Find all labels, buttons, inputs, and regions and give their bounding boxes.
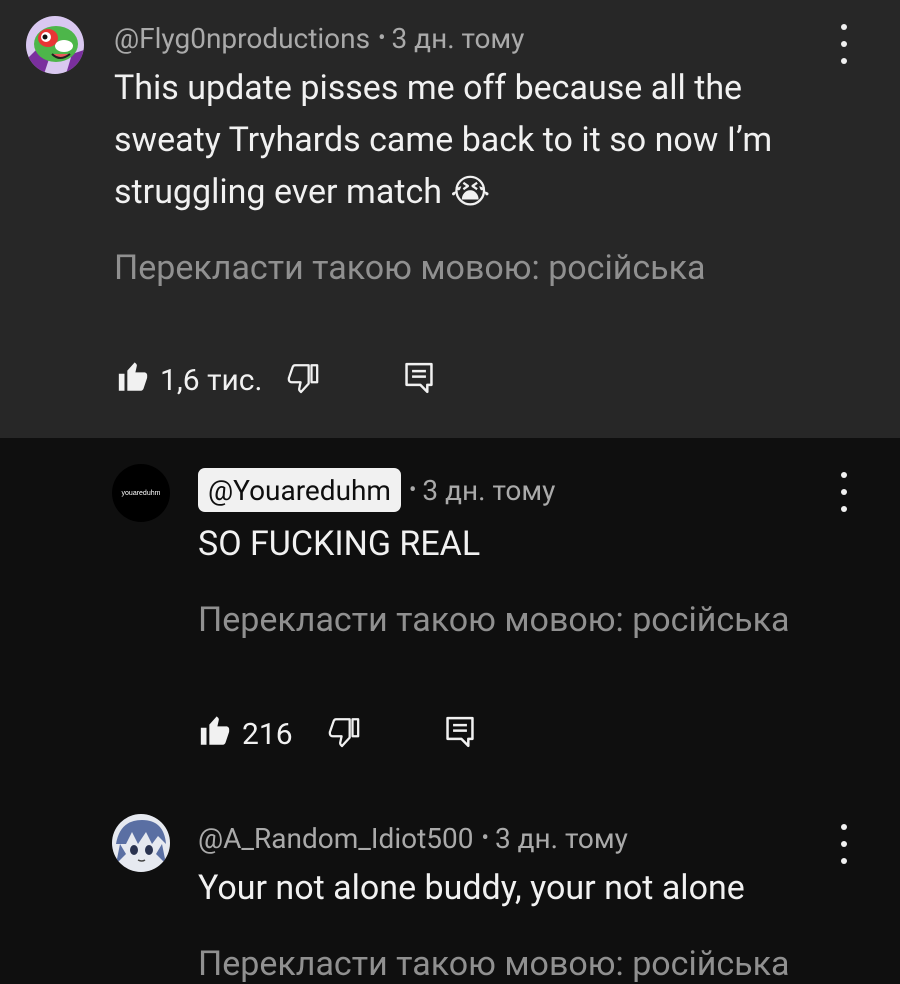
more-options-button[interactable]	[834, 24, 854, 64]
reply-youareduhm: youareduhm @Youareduhm • 3 дн. тому SO F…	[0, 438, 900, 788]
comment-time: 3 дн. тому	[422, 473, 556, 507]
avatar-label: youareduhm	[121, 489, 161, 497]
meta-separator: •	[481, 825, 489, 851]
author-name[interactable]: @A_Random_Idiot500	[198, 822, 474, 855]
reply-a-random-idiot500: @A_Random_Idiot500 • 3 дн. тому Your not…	[0, 788, 900, 984]
meta-separator: •	[408, 477, 417, 503]
meta-separator: •	[378, 25, 386, 51]
comment-text: Your not alone buddy, your not alone	[198, 868, 745, 908]
thumb-down-icon	[288, 364, 319, 394]
avatar-green-character-icon	[26, 16, 84, 74]
reply-comment-icon	[405, 362, 434, 394]
reply-button[interactable]	[443, 714, 477, 754]
translate-link[interactable]: Перекласти такою мовою: російська	[114, 248, 706, 288]
translate-link[interactable]: Перекласти такою мовою: російська	[198, 600, 790, 640]
more-vert-icon	[841, 24, 847, 30]
more-options-button[interactable]	[834, 472, 854, 512]
thumb-up-icon	[118, 362, 148, 391]
avatar-anime-character-icon	[112, 814, 170, 872]
more-vert-icon	[841, 472, 847, 478]
author-name-chip[interactable]: @Youareduhm	[198, 468, 401, 512]
comment-text: This update pisses me off because all th…	[114, 68, 773, 212]
comment-meta: @A_Random_Idiot500 • 3 дн. тому	[198, 816, 628, 860]
thumb-up-icon	[200, 716, 230, 745]
reply-button[interactable]	[402, 360, 436, 400]
avatar[interactable]	[112, 814, 170, 872]
comment-time: 3 дн. тому	[391, 21, 525, 55]
avatar[interactable]	[26, 16, 84, 74]
avatar[interactable]: youareduhm	[112, 464, 170, 522]
translate-link[interactable]: Перекласти такою мовою: російська	[198, 944, 790, 984]
like-button[interactable]	[116, 361, 150, 399]
like-count: 1,6 тис.	[160, 362, 263, 398]
more-vert-icon	[841, 824, 847, 830]
comment-time: 3 дн. тому	[494, 821, 628, 855]
comment-flyg0nproductions: @Flyg0nproductions • 3 дн. тому This upd…	[0, 0, 900, 438]
comment-meta: @Flyg0nproductions • 3 дн. тому	[114, 16, 524, 60]
author-name[interactable]: @Flyg0nproductions	[114, 22, 370, 55]
reply-comment-icon	[445, 716, 474, 748]
thumb-down-icon	[328, 718, 359, 748]
more-options-button[interactable]	[834, 824, 854, 864]
comment-actions: 1,6 тис.	[116, 360, 436, 400]
comment-actions: 216	[198, 714, 477, 754]
like-button[interactable]	[198, 715, 232, 753]
dislike-button[interactable]	[286, 361, 320, 399]
comment-text: SO FUCKING REAL	[198, 524, 481, 564]
like-count: 216	[242, 716, 293, 752]
comment-meta: @Youareduhm • 3 дн. тому	[198, 468, 555, 512]
dislike-button[interactable]	[327, 715, 361, 753]
